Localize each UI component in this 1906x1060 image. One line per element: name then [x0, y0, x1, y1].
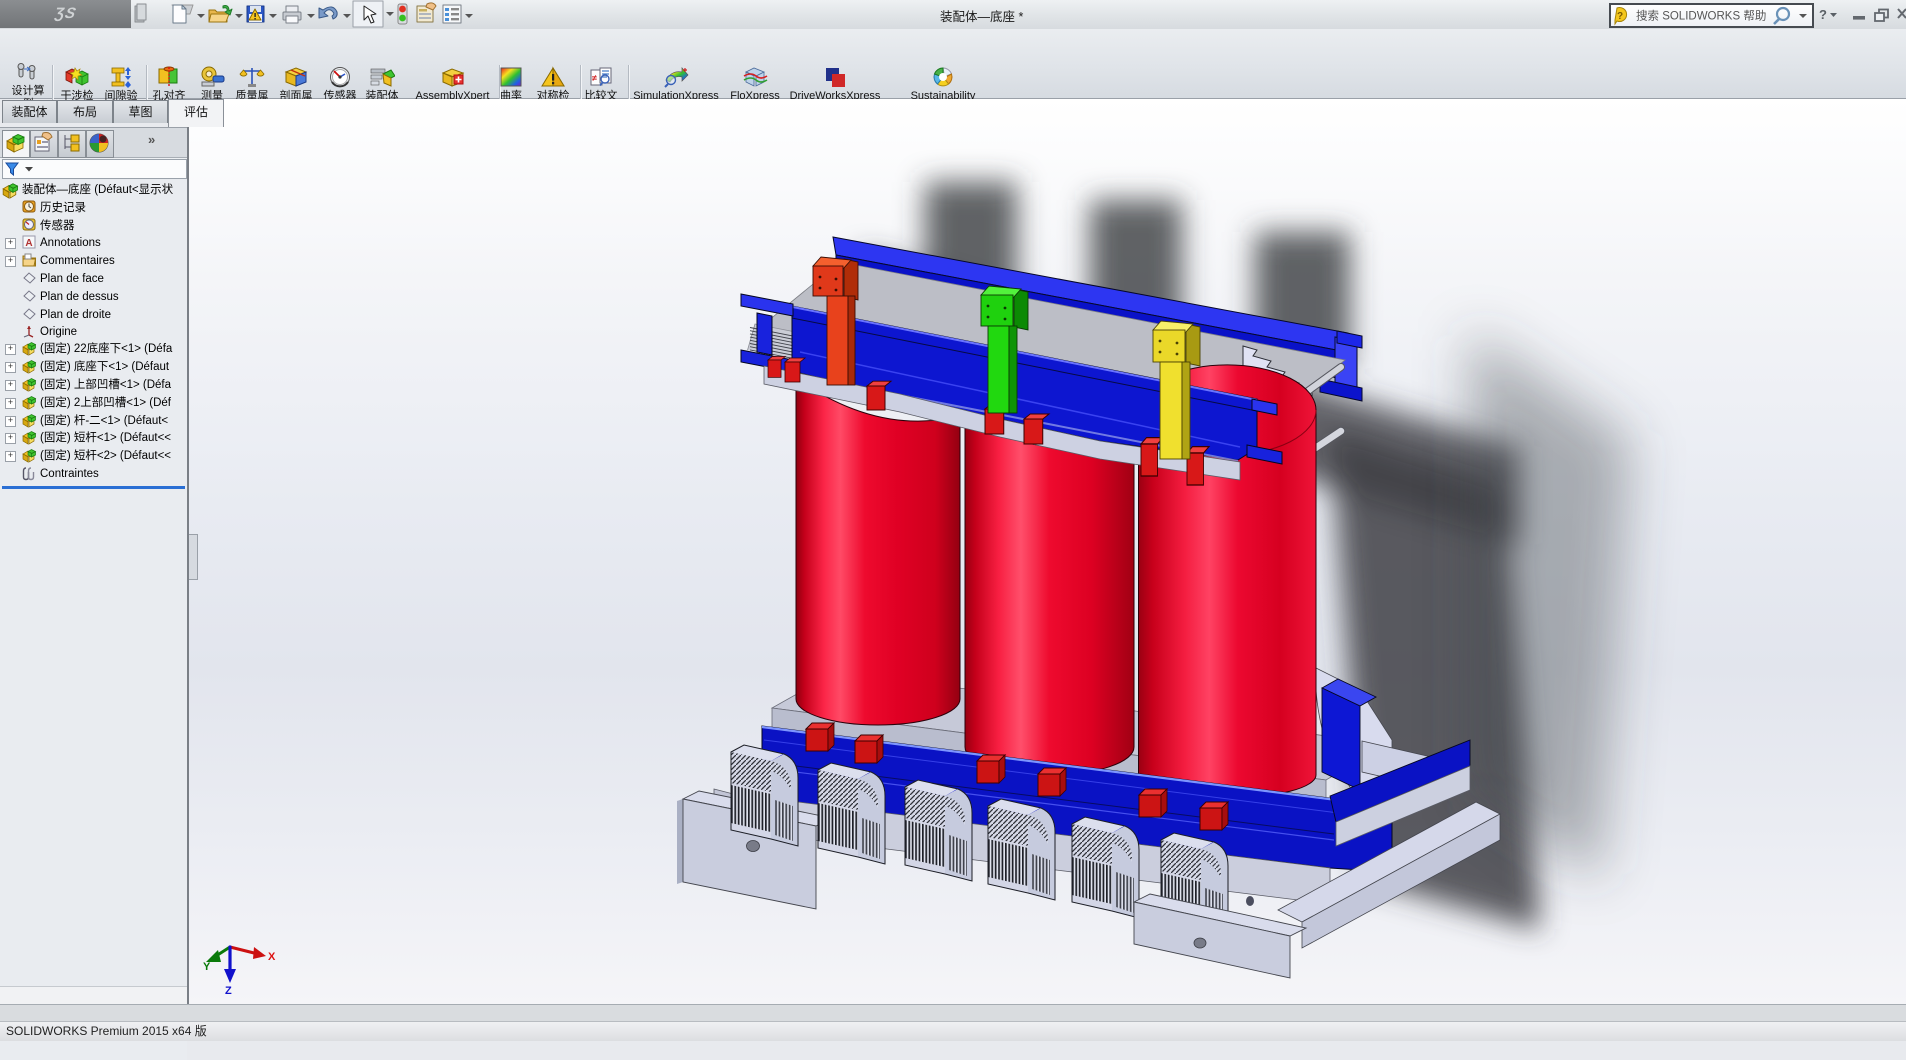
svg-text:≠: ≠ [592, 73, 597, 83]
svg-text:X: X [268, 951, 276, 963]
svg-text:Y: Y [203, 961, 211, 973]
svg-text:Z: Z [225, 985, 232, 997]
